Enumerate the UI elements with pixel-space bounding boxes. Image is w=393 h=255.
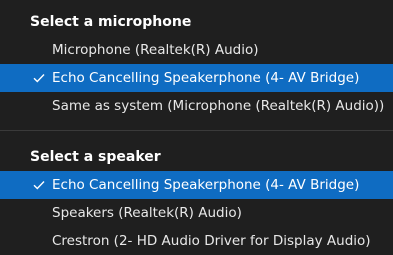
microphone-option-realtek[interactable]: Microphone (Realtek(R) Audio): [0, 36, 393, 64]
menu-item-label: Microphone (Realtek(R) Audio): [52, 42, 259, 58]
menu-item-label: Speakers (Realtek(R) Audio): [52, 205, 242, 221]
audio-device-menu: Select a microphone Microphone (Realtek(…: [0, 0, 393, 255]
microphone-option-echo-cancelling[interactable]: Echo Cancelling Speakerphone (4- AV Brid…: [0, 64, 393, 92]
checkmark-icon: [32, 171, 46, 199]
speaker-option-echo-cancelling[interactable]: Echo Cancelling Speakerphone (4- AV Brid…: [0, 171, 393, 199]
section-divider: [0, 130, 393, 131]
menu-item-label: Crestron (2- HD Audio Driver for Display…: [52, 233, 371, 249]
checkmark-icon: [32, 64, 46, 92]
menu-item-label: Echo Cancelling Speakerphone (4- AV Brid…: [52, 70, 360, 86]
microphone-section-header: Select a microphone: [30, 14, 192, 30]
speaker-option-realtek[interactable]: Speakers (Realtek(R) Audio): [0, 199, 393, 227]
speaker-option-crestron[interactable]: Crestron (2- HD Audio Driver for Display…: [0, 227, 393, 255]
microphone-option-same-as-system[interactable]: Same as system (Microphone (Realtek(R) A…: [0, 92, 393, 120]
speaker-section-header: Select a speaker: [30, 149, 161, 165]
menu-item-label: Same as system (Microphone (Realtek(R) A…: [52, 98, 385, 114]
menu-item-label: Echo Cancelling Speakerphone (4- AV Brid…: [52, 177, 360, 193]
